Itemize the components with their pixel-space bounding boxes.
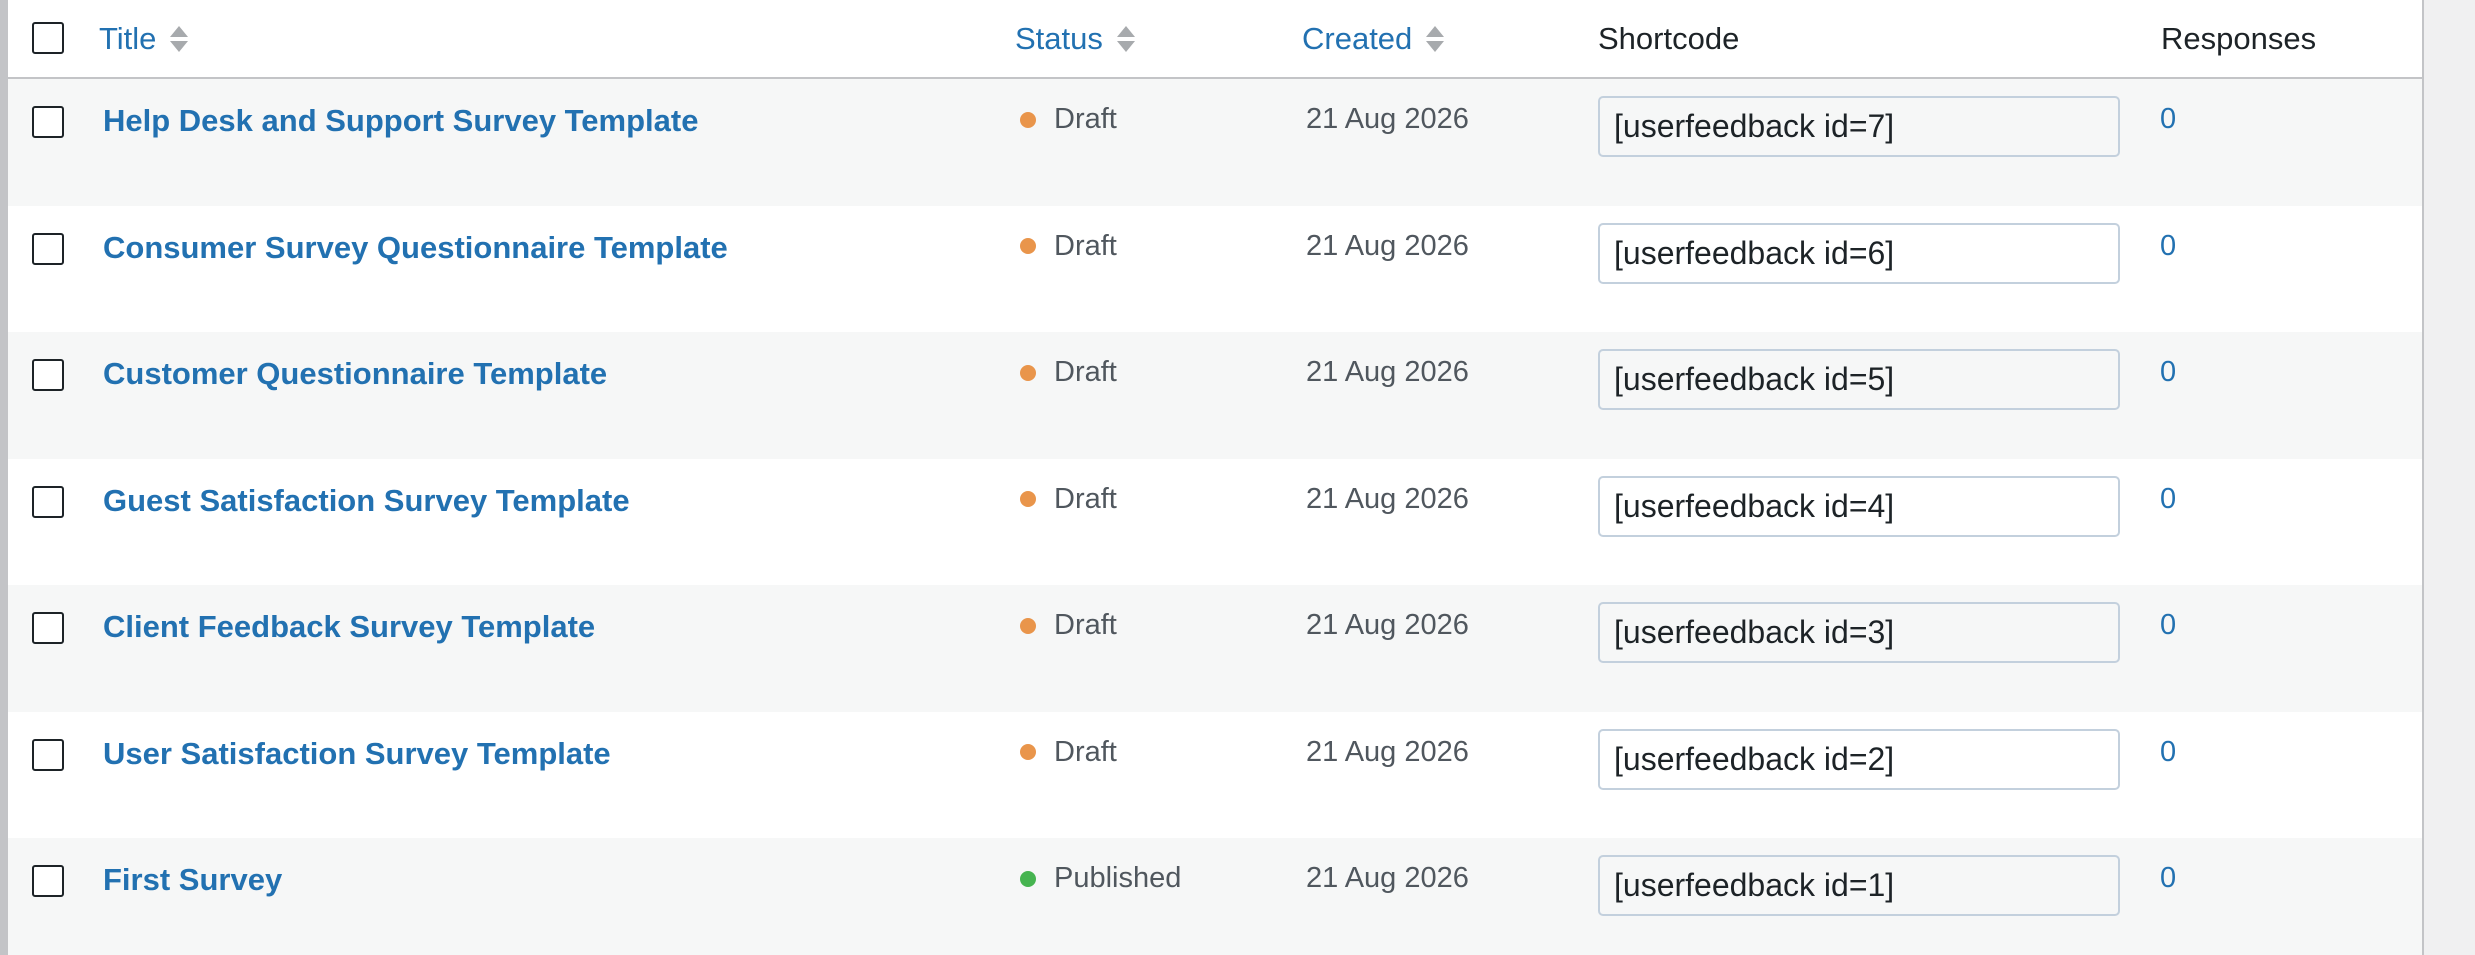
survey-title-link[interactable]: Consumer Survey Questionnaire Template — [103, 230, 728, 266]
status-label: Draft — [1054, 229, 1117, 262]
created-date: 21 Aug 2026 — [1306, 229, 1469, 262]
shortcode-field[interactable] — [1598, 349, 2120, 410]
column-responses-label: Responses — [2161, 20, 2317, 56]
column-title-label: Title — [99, 20, 157, 56]
shortcode-field[interactable] — [1598, 475, 2120, 537]
status-cell: Draft — [1020, 103, 1117, 136]
row-checkbox[interactable] — [32, 106, 64, 138]
status-label: Draft — [1054, 482, 1117, 515]
status-cell: Draft — [1020, 483, 1117, 516]
created-date: 21 Aug 2026 — [1306, 482, 1469, 515]
survey-title-link[interactable]: User Satisfaction Survey Template — [103, 736, 611, 772]
table-row: First Survey Published 21 Aug 2026 0 — [8, 838, 2422, 955]
created-date: 21 Aug 2026 — [1306, 103, 1469, 135]
column-shortcode-header: Shortcode — [1598, 0, 1739, 77]
status-label: Published — [1054, 862, 1182, 894]
shortcode-field[interactable] — [1598, 96, 2120, 157]
created-date: 21 Aug 2026 — [1306, 356, 1469, 388]
shortcode-field[interactable] — [1598, 222, 2120, 284]
responses-count-link[interactable]: 0 — [2160, 103, 2176, 136]
responses-count-link[interactable]: 0 — [2160, 609, 2176, 642]
row-checkbox[interactable] — [32, 865, 64, 897]
column-shortcode-label: Shortcode — [1598, 20, 1740, 56]
table-row: Client Feedback Survey Template Draft 21… — [8, 585, 2422, 712]
survey-title-link[interactable]: Customer Questionnaire Template — [103, 356, 607, 392]
status-dot-icon — [1020, 111, 1036, 128]
status-cell: Draft — [1020, 230, 1117, 263]
responses-count-link[interactable]: 0 — [2160, 356, 2176, 389]
table-row: Customer Questionnaire Template Draft 21… — [8, 332, 2422, 459]
status-dot-icon — [1020, 617, 1036, 634]
survey-title-link[interactable]: Guest Satisfaction Survey Template — [103, 483, 630, 519]
sort-arrows-icon — [1116, 25, 1135, 52]
status-label: Draft — [1054, 609, 1117, 641]
created-date: 21 Aug 2026 — [1306, 609, 1469, 641]
surveys-table: Title Status Created Shortcode Responses… — [0, 0, 2424, 955]
shortcode-field[interactable] — [1598, 855, 2120, 916]
row-checkbox[interactable] — [32, 738, 64, 771]
table-row: Guest Satisfaction Survey Template Draft… — [8, 459, 2422, 586]
status-dot-icon — [1020, 491, 1036, 507]
created-date: 21 Aug 2026 — [1306, 862, 1469, 894]
responses-count-link[interactable]: 0 — [2160, 483, 2176, 516]
status-cell: Draft — [1020, 736, 1117, 769]
responses-count-link[interactable]: 0 — [2160, 736, 2176, 769]
survey-title-link[interactable]: First Survey — [103, 862, 282, 898]
status-label: Draft — [1054, 103, 1117, 135]
column-status-label: Status — [1015, 20, 1103, 56]
table-row: Consumer Survey Questionnaire Template D… — [8, 206, 2422, 333]
status-dot-icon — [1020, 744, 1036, 760]
sort-arrows-icon — [170, 25, 189, 52]
shortcode-field[interactable] — [1598, 602, 2120, 663]
survey-title-link[interactable]: Client Feedback Survey Template — [103, 609, 595, 645]
column-title-sort[interactable]: Title — [99, 0, 189, 77]
status-cell: Draft — [1020, 356, 1117, 389]
row-checkbox[interactable] — [32, 359, 64, 391]
status-dot-icon — [1020, 238, 1036, 254]
table-row: Help Desk and Support Survey Template Dr… — [8, 79, 2422, 206]
status-cell: Published — [1020, 862, 1181, 895]
sort-arrows-icon — [1426, 25, 1445, 52]
column-status-sort[interactable]: Status — [1015, 0, 1135, 77]
column-created-sort[interactable]: Created — [1302, 0, 1445, 77]
table-row: User Satisfaction Survey Template Draft … — [8, 712, 2422, 839]
status-label: Draft — [1054, 356, 1117, 388]
created-date: 21 Aug 2026 — [1306, 735, 1469, 768]
survey-title-link[interactable]: Help Desk and Support Survey Template — [103, 103, 698, 139]
table-body: Help Desk and Support Survey Template Dr… — [8, 79, 2422, 955]
responses-count-link[interactable]: 0 — [2160, 862, 2176, 895]
select-all-checkbox[interactable] — [32, 22, 64, 54]
column-created-label: Created — [1302, 20, 1413, 56]
status-dot-icon — [1020, 870, 1036, 887]
table-header: Title Status Created Shortcode Responses — [8, 0, 2422, 79]
responses-count-link[interactable]: 0 — [2160, 230, 2176, 263]
row-checkbox[interactable] — [32, 612, 64, 644]
shortcode-field[interactable] — [1598, 728, 2120, 790]
status-cell: Draft — [1020, 609, 1117, 642]
status-label: Draft — [1054, 735, 1117, 768]
row-checkbox[interactable] — [32, 232, 64, 265]
status-dot-icon — [1020, 364, 1036, 381]
column-responses-header: Responses — [2161, 0, 2316, 77]
row-checkbox[interactable] — [32, 485, 64, 518]
